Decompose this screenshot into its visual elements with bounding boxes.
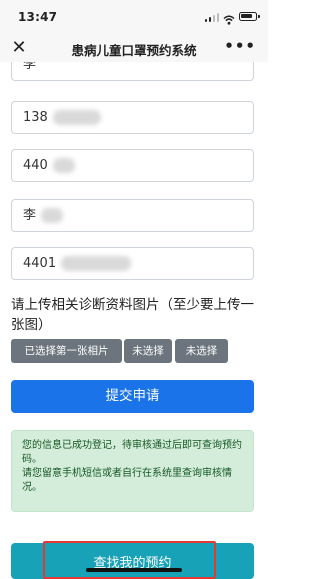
signal-icon: [205, 13, 219, 22]
guardian-name-field-value: 李: [23, 208, 37, 223]
success-notice: 您的信息已成功登记，待审核通过后即可查询预约码。 请您留意手机短信或者自行在系统…: [11, 430, 254, 512]
phone-field-value: 138: [23, 110, 48, 125]
home-indicator: [86, 568, 182, 572]
submit-button[interactable]: 提交申请: [11, 380, 254, 413]
highlight-box: [43, 541, 216, 579]
phone-field[interactable]: 138: [11, 101, 254, 134]
status-bar: 13:47: [0, 0, 268, 34]
guardian-name-field[interactable]: 李: [11, 199, 254, 232]
redaction-mask: [61, 256, 132, 271]
file-picker-1[interactable]: 已选择第一张相片: [11, 339, 122, 363]
id-number-field-value: 440: [23, 158, 48, 173]
guardian-id-field[interactable]: 4401: [11, 247, 254, 280]
more-options-icon[interactable]: •••: [224, 37, 256, 55]
battery-icon: [239, 12, 260, 21]
wifi-icon: [223, 11, 235, 25]
upload-label: 请上传相关诊断资料图片（至少要上传一张图）: [11, 297, 254, 333]
file-picker-2[interactable]: 未选择: [124, 339, 172, 363]
guardian-id-field-value: 4401: [23, 256, 57, 271]
file-picker-3[interactable]: 未选择: [175, 339, 228, 363]
redaction-mask: [52, 110, 101, 125]
notice-line-1: 您的信息已成功登记，待审核通过后即可查询预约码。: [22, 440, 242, 465]
status-time: 13:47: [18, 10, 58, 24]
redaction-mask: [41, 208, 64, 223]
form-content: 李 138 440 李 4401 请上传相关诊断资料图片（至少要上传一张图） 已…: [0, 62, 268, 579]
name-field-value: 李: [23, 62, 37, 72]
notice-line-2: 请您留意手机短信或者自行在系统里查询审核情况。: [22, 468, 232, 493]
id-number-field[interactable]: 440: [11, 149, 254, 182]
redaction-mask: [52, 158, 75, 173]
nav-bar: ✕ 患病儿童口罩预约系统 •••: [0, 34, 268, 62]
name-field[interactable]: 李: [11, 62, 254, 81]
